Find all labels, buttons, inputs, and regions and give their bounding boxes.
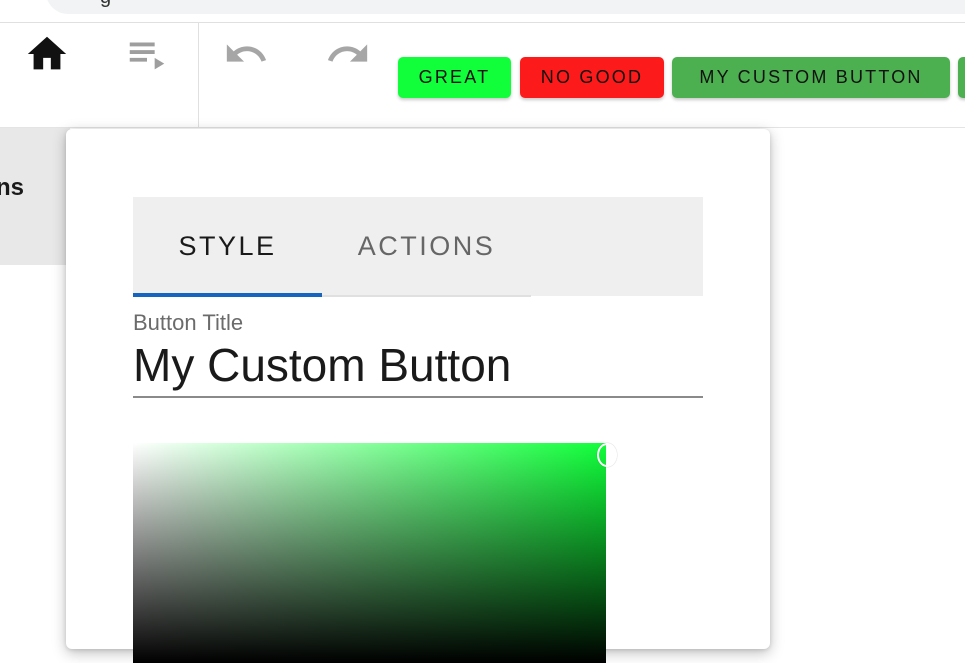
button-title-label: Button Title <box>133 310 244 335</box>
color-saturation-picker[interactable] <box>133 443 606 663</box>
my-custom-button[interactable]: MY CUSTOM BUTTON <box>672 57 950 98</box>
color-picker-handle[interactable] <box>597 443 617 467</box>
browser-search-text: g <box>100 0 111 9</box>
sidebar-item-label: ns <box>0 174 25 201</box>
active-tab-indicator <box>133 293 322 297</box>
tab-actions[interactable]: ACTIONS <box>322 197 531 296</box>
tab-style[interactable]: STYLE <box>133 197 322 296</box>
button-editor-dialog: STYLE ACTIONS Button Title <box>66 129 770 663</box>
redo-icon[interactable] <box>324 31 372 77</box>
undo-icon[interactable] <box>222 31 270 77</box>
button-title-input[interactable] <box>133 334 703 398</box>
tab-bar: STYLE ACTIONS <box>133 197 703 296</box>
no-good-button[interactable]: NO GOOD <box>520 57 664 98</box>
queue-icon[interactable] <box>124 31 170 77</box>
great-button[interactable]: GREAT <box>398 57 511 98</box>
overflow-button-partial[interactable] <box>958 57 965 98</box>
toolbar-bottom-divider <box>0 127 965 128</box>
home-icon[interactable] <box>24 31 70 77</box>
browser-search-bar[interactable] <box>46 0 965 14</box>
toolbar-divider <box>198 23 199 127</box>
